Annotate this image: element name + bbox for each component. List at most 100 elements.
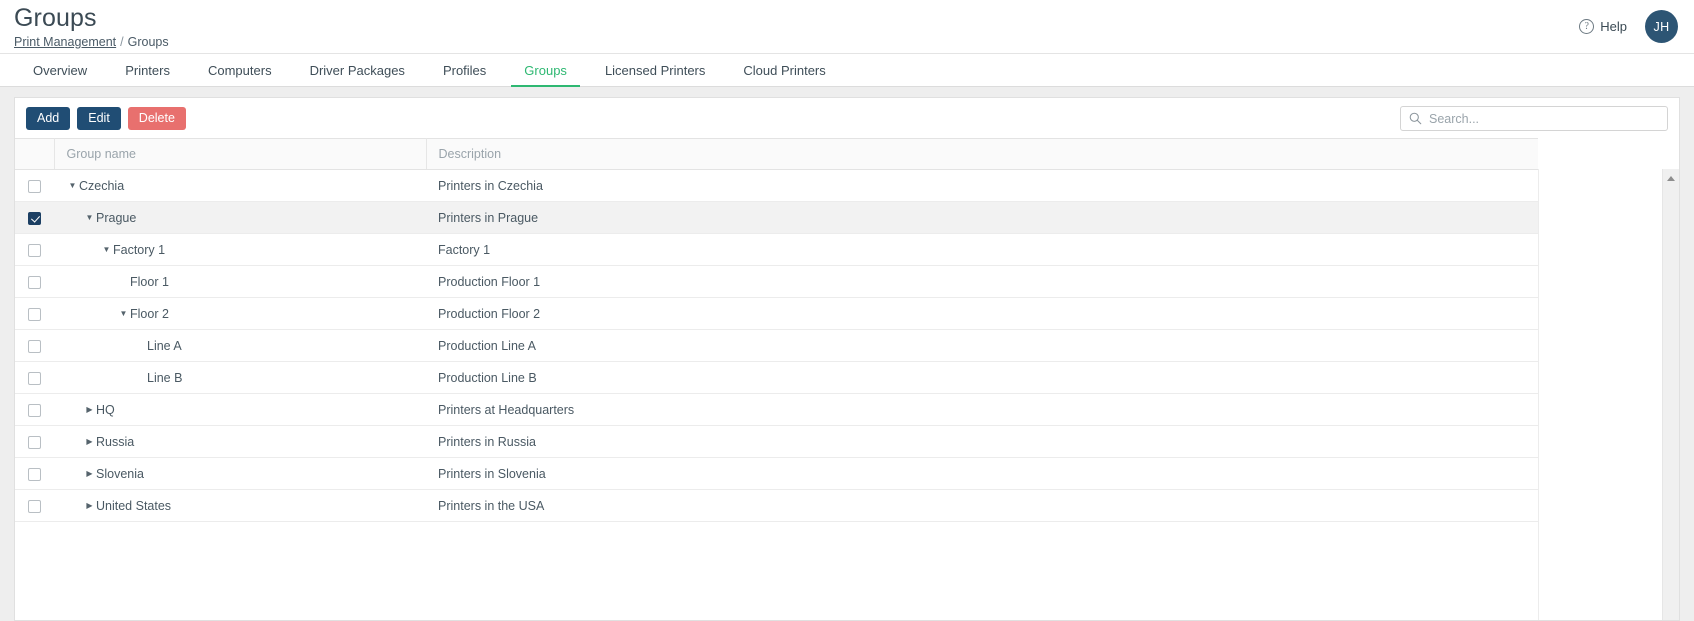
tab-cloud-printers[interactable]: Cloud Printers	[724, 54, 844, 86]
group-name-label: Czechia	[79, 179, 124, 193]
row-select-cell[interactable]	[15, 266, 54, 298]
breadcrumb-separator: /	[120, 35, 123, 49]
tree-toggle-expanded-icon[interactable]: ▼	[100, 246, 113, 254]
group-description-cell: Factory 1	[426, 234, 1538, 266]
row-select-cell[interactable]	[15, 234, 54, 266]
toolbar: Add Edit Delete	[15, 98, 1679, 138]
row-checkbox[interactable]	[28, 468, 41, 481]
tree-toggle-collapsed-icon[interactable]: ▶	[83, 502, 96, 510]
row-select-cell[interactable]	[15, 362, 54, 394]
group-name-cell: ▼Floor 2	[54, 298, 426, 330]
row-select-cell[interactable]	[15, 426, 54, 458]
row-checkbox[interactable]	[28, 372, 41, 385]
breadcrumb-link-print-management[interactable]: Print Management	[14, 35, 116, 49]
group-description-cell: Printers in Russia	[426, 426, 1538, 458]
delete-button[interactable]: Delete	[128, 107, 186, 130]
edit-button[interactable]: Edit	[77, 107, 121, 130]
question-circle-icon: ?	[1579, 19, 1594, 34]
search-box[interactable]	[1400, 106, 1668, 131]
row-select-cell[interactable]	[15, 458, 54, 490]
search-icon	[1403, 112, 1427, 125]
help-label: Help	[1600, 19, 1627, 34]
group-name-label: Factory 1	[113, 243, 165, 257]
table-row[interactable]: ▼Floor 2Production Floor 2	[15, 298, 1538, 330]
row-checkbox[interactable]	[28, 244, 41, 257]
row-checkbox[interactable]	[28, 436, 41, 449]
table-row[interactable]: Floor 1Production Floor 1	[15, 266, 1538, 298]
column-header-group-name[interactable]: Group name	[54, 139, 426, 170]
row-checkbox[interactable]	[28, 500, 41, 513]
table-row[interactable]: ▶RussiaPrinters in Russia	[15, 426, 1538, 458]
table-row[interactable]: ▶United StatesPrinters in the USA	[15, 490, 1538, 522]
tree-toggle-expanded-icon[interactable]: ▼	[117, 310, 130, 318]
tree-toggle-collapsed-icon[interactable]: ▶	[83, 438, 96, 446]
group-description-cell: Production Floor 2	[426, 298, 1538, 330]
table-header-row: Group name Description	[15, 139, 1538, 170]
table-head: Group name Description	[15, 139, 1538, 170]
tab-bar: Overview Printers Computers Driver Packa…	[0, 54, 1694, 87]
group-name-cell: ▼Prague	[54, 202, 426, 234]
table-row[interactable]: ▶SloveniaPrinters in Slovenia	[15, 458, 1538, 490]
row-select-cell[interactable]	[15, 330, 54, 362]
row-checkbox[interactable]	[28, 308, 41, 321]
vertical-scrollbar[interactable]	[1662, 169, 1679, 620]
column-header-description[interactable]: Description	[426, 139, 1538, 170]
header-left: Groups Print Management / Groups	[14, 3, 169, 50]
tab-groups[interactable]: Groups	[505, 54, 586, 86]
header-right: ? Help JH	[1579, 10, 1678, 43]
table-row[interactable]: ▶HQ Printers at Headquarters	[15, 394, 1538, 426]
page-title: Groups	[14, 3, 169, 33]
table-row[interactable]: Line B Production Line B	[15, 362, 1538, 394]
tab-driver-packages[interactable]: Driver Packages	[291, 54, 424, 86]
row-checkbox[interactable]	[28, 276, 41, 289]
help-button[interactable]: ? Help	[1579, 19, 1627, 34]
group-name-cell: Floor 1	[54, 266, 426, 298]
group-name-label: Line A	[147, 339, 182, 353]
breadcrumb-current: Groups	[128, 35, 169, 49]
group-description-cell: Printers in Prague	[426, 202, 1538, 234]
group-name-cell: ▶Slovenia	[54, 458, 426, 490]
group-description-cell: Production Line A	[426, 330, 1538, 362]
tree-toggle-collapsed-icon[interactable]: ▶	[83, 406, 96, 414]
tab-printers[interactable]: Printers	[106, 54, 189, 86]
tab-computers[interactable]: Computers	[189, 54, 291, 86]
tree-toggle-expanded-icon[interactable]: ▼	[66, 182, 79, 190]
add-button[interactable]: Add	[26, 107, 70, 130]
tab-profiles[interactable]: Profiles	[424, 54, 505, 86]
tab-licensed-printers[interactable]: Licensed Printers	[586, 54, 724, 86]
row-select-cell[interactable]	[15, 298, 54, 330]
groups-table-area: Group name Description ▼CzechiaPrinters …	[15, 138, 1679, 620]
tree-toggle-expanded-icon[interactable]: ▼	[83, 214, 96, 222]
group-name-label: Line B	[147, 371, 182, 385]
group-name-cell: Line B	[54, 362, 426, 394]
content-area: Add Edit Delete Group name	[0, 87, 1694, 621]
tab-overview[interactable]: Overview	[14, 54, 106, 86]
avatar[interactable]: JH	[1645, 10, 1678, 43]
row-checkbox[interactable]	[28, 180, 41, 193]
row-checkbox[interactable]	[28, 340, 41, 353]
row-select-cell[interactable]	[15, 202, 54, 234]
row-checkbox[interactable]	[28, 404, 41, 417]
row-checkbox-checked[interactable]	[28, 212, 41, 225]
table-right-divider	[1538, 169, 1539, 620]
table-row[interactable]: ▼Factory 1Factory 1	[15, 234, 1538, 266]
search-input[interactable]	[1427, 112, 1667, 126]
group-description-cell: Printers in Czechia	[426, 170, 1538, 202]
row-select-cell[interactable]	[15, 394, 54, 426]
table-body: ▼CzechiaPrinters in Czechia▼PraguePrinte…	[15, 170, 1538, 522]
row-select-cell[interactable]	[15, 170, 54, 202]
group-description-cell: Printers at Headquarters	[426, 394, 1538, 426]
column-header-select[interactable]	[15, 139, 54, 170]
scroll-up-arrow-icon[interactable]	[1667, 176, 1675, 181]
table-row[interactable]: Line A Production Line A	[15, 330, 1538, 362]
group-name-label: Russia	[96, 435, 134, 449]
group-name-cell: ▼Factory 1	[54, 234, 426, 266]
row-select-cell[interactable]	[15, 490, 54, 522]
table-row[interactable]: ▼Czechia Printers in Czechia	[15, 170, 1538, 202]
group-name-label: HQ	[96, 403, 115, 417]
tree-toggle-collapsed-icon[interactable]: ▶	[83, 470, 96, 478]
group-name-cell: ▶Russia	[54, 426, 426, 458]
group-description-cell: Production Line B	[426, 362, 1538, 394]
table-row[interactable]: ▼PraguePrinters in Prague	[15, 202, 1538, 234]
breadcrumb: Print Management / Groups	[14, 34, 169, 50]
